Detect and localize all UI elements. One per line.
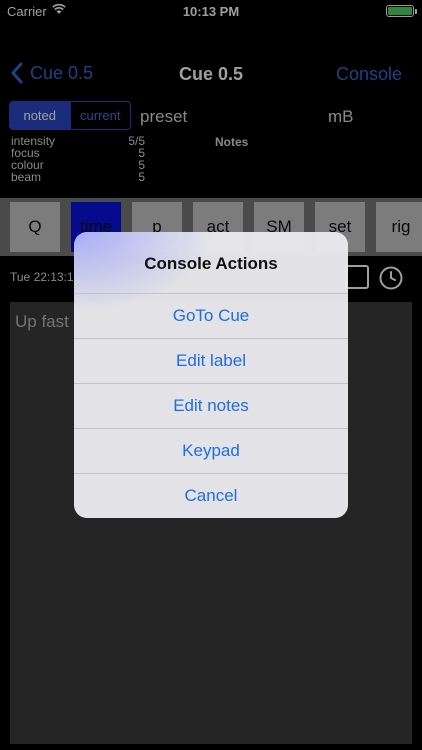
goto-cue-button[interactable]: GoTo Cue <box>74 293 348 338</box>
edit-notes-button[interactable]: Edit notes <box>74 383 348 428</box>
cancel-button[interactable]: Cancel <box>74 473 348 518</box>
console-actions-dialog: Console Actions GoTo Cue Edit label Edit… <box>74 232 348 518</box>
keypad-button[interactable]: Keypad <box>74 428 348 473</box>
dialog-title: Console Actions <box>144 254 278 273</box>
edit-label-button[interactable]: Edit label <box>74 338 348 383</box>
